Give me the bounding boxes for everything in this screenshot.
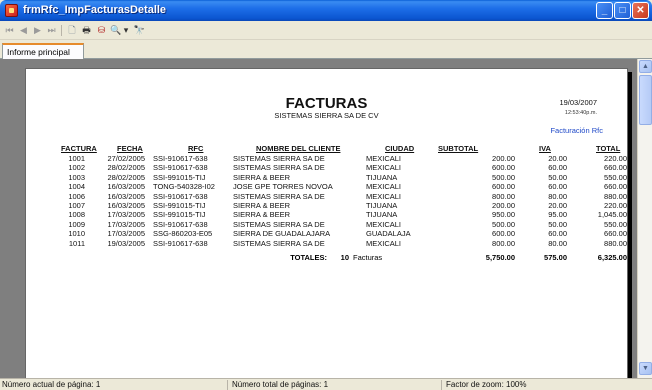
- scroll-up-icon[interactable]: ▲: [639, 60, 652, 73]
- totals-count: 10: [340, 253, 349, 262]
- report-title: FACTURAS: [285, 95, 368, 112]
- scroll-down-icon[interactable]: ▼: [639, 362, 652, 375]
- cell-rfc: SSI-910617-638: [153, 238, 208, 248]
- cell-subtotal: 800.00: [492, 238, 515, 248]
- close-button[interactable]: ✕: [632, 2, 649, 19]
- cell-total: 880.00: [604, 238, 627, 248]
- first-page-icon[interactable]: ⏮: [4, 24, 15, 37]
- cell-factura: 1011: [68, 238, 85, 248]
- status-total-pages: Número total de páginas: 1: [230, 380, 442, 390]
- column-header-subtotal: SUBTOTAL: [438, 144, 479, 153]
- totals-total: 6,325.00: [597, 253, 627, 262]
- column-header-rfc: RFC: [188, 144, 204, 153]
- scroll-thumb[interactable]: [639, 75, 652, 125]
- minimize-button[interactable]: _: [596, 2, 613, 19]
- report-subtitle-link[interactable]: Facturación Rfc: [550, 126, 603, 135]
- status-current-page: Número actual de página: 1: [0, 380, 228, 390]
- column-header-iva: IVA: [539, 144, 551, 153]
- export-icon[interactable]: 🗋: [66, 24, 78, 37]
- report-toolbar: ⏮ ◀ ▶ ⏭ 🗋 🖶 ⛁ 🔍 ▾ 🔭: [0, 21, 652, 40]
- toolbar-separator: [61, 25, 62, 36]
- app-icon[interactable]: [5, 4, 18, 17]
- previous-page-icon[interactable]: ◀: [18, 24, 29, 37]
- column-header-factura: FACTURA: [61, 144, 97, 153]
- next-page-icon[interactable]: ▶: [32, 24, 43, 37]
- last-page-icon[interactable]: ⏭: [46, 24, 57, 37]
- zoom-icon[interactable]: 🔍: [110, 24, 122, 37]
- column-header-ciudad: CIUDAD: [385, 144, 415, 153]
- binoculars-icon[interactable]: 🔭: [133, 24, 146, 37]
- report-time: 12:53:40p.m.: [564, 110, 597, 116]
- tab-strip: Informe principal: [0, 40, 652, 60]
- status-zoom: Factor de zoom: 100%: [446, 380, 527, 389]
- column-header-total: TOTAL: [596, 144, 621, 153]
- window-title: frmRfc_ImpFacturasDetalle: [23, 4, 167, 16]
- cell-ciudad: MEXICALI: [366, 238, 402, 248]
- column-header-fecha: FECHA: [117, 144, 143, 153]
- cell-nombre: SISTEMAS SIERRA SA DE: [233, 238, 325, 248]
- report-page: FACTURAS SISTEMAS SIERRA SA DE CV 19/03/…: [25, 68, 628, 378]
- column-header-nombre: NOMBRE DEL CLIENTE: [256, 144, 341, 153]
- cell-fecha: 19/03/2005: [107, 238, 145, 248]
- maximize-button[interactable]: □: [614, 2, 631, 19]
- print-icon[interactable]: 🖶: [80, 24, 93, 37]
- cell-iva: 80.00: [548, 238, 567, 248]
- status-bar: Número actual de página: 1 Número total …: [0, 378, 652, 390]
- zoom-dropdown-icon[interactable]: ▾: [122, 24, 130, 37]
- vertical-scrollbar[interactable]: ▲ ▼: [637, 59, 652, 378]
- report-viewport[interactable]: FACTURAS SISTEMAS SIERRA SA DE CV 19/03/…: [0, 59, 637, 378]
- totals-count-unit: Facturas: [353, 253, 383, 262]
- title-bar: frmRfc_ImpFacturasDetalle _ □ ✕: [0, 0, 652, 21]
- report-company: SISTEMAS SIERRA SA DE CV: [274, 111, 379, 120]
- totals-subtotal: 5,750.00: [485, 253, 515, 262]
- page-setup-icon[interactable]: ⛁: [95, 24, 108, 37]
- tab-informe-principal[interactable]: Informe principal: [2, 43, 84, 60]
- totals-label: TOTALES:: [290, 253, 327, 262]
- totals-iva: 575.00: [544, 253, 567, 262]
- report-date: 19/03/2007: [559, 98, 597, 107]
